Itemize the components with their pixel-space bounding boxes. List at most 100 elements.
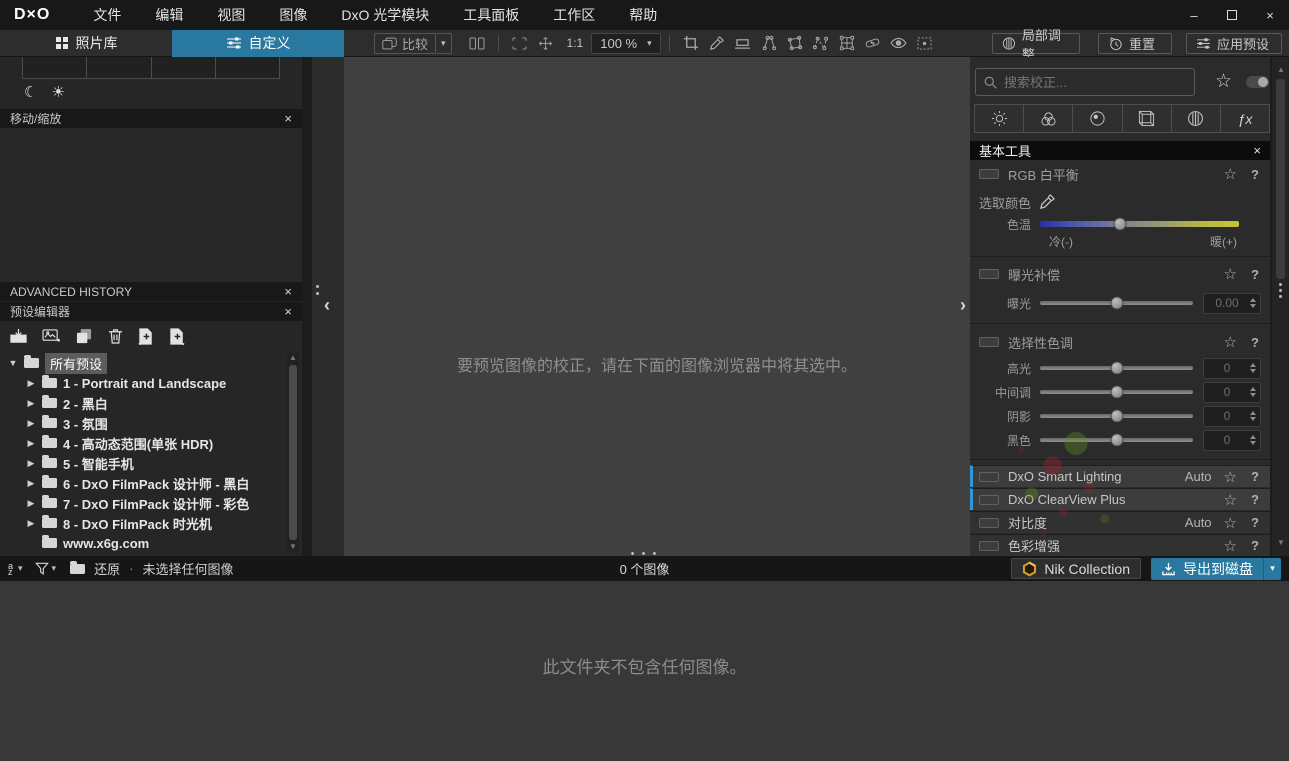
- enable-checkbox[interactable]: [979, 494, 999, 505]
- splitter-grip[interactable]: [1279, 283, 1282, 286]
- tree-expand-icon[interactable]: ▶: [26, 518, 36, 529]
- close-icon[interactable]: ×: [284, 112, 292, 125]
- left-panel-splitter[interactable]: ‹: [312, 57, 344, 556]
- help-icon[interactable]: ?: [1249, 492, 1261, 507]
- minimize-button[interactable]: –: [1175, 0, 1213, 30]
- midtones-value-box[interactable]: 0: [1203, 381, 1261, 403]
- menu-workspace[interactable]: 工作区: [536, 0, 612, 30]
- tree-expand-icon[interactable]: ▶: [26, 478, 36, 489]
- local-adjustments-button[interactable]: 局部调整: [992, 28, 1080, 62]
- category-local-adjust-button[interactable]: [1171, 104, 1221, 133]
- favorite-star-icon[interactable]: ☆: [1224, 165, 1237, 183]
- favorite-star-icon[interactable]: ☆: [1224, 491, 1237, 509]
- white-balance-eyedropper-icon[interactable]: [704, 33, 730, 54]
- help-icon[interactable]: ?: [1249, 335, 1261, 350]
- crop-tool-icon[interactable]: [678, 33, 704, 54]
- polyline-tool-icon[interactable]: [808, 33, 834, 54]
- enable-checkbox[interactable]: [979, 269, 999, 279]
- menu-view[interactable]: 视图: [200, 0, 262, 30]
- help-icon[interactable]: ?: [1249, 267, 1261, 282]
- red-eye-tool-icon[interactable]: [886, 33, 912, 54]
- tree-scrollbar[interactable]: ▲ ▼: [287, 353, 299, 552]
- menu-optics-modules[interactable]: DxO 光学模块: [324, 0, 446, 30]
- tab-customize[interactable]: 自定义: [172, 29, 344, 57]
- close-icon[interactable]: ×: [284, 305, 292, 318]
- import-preset-icon[interactable]: [10, 328, 27, 344]
- nik-collection-button[interactable]: Nik Collection: [1011, 558, 1141, 579]
- category-detail-button[interactable]: [1073, 104, 1123, 133]
- smart-lighting-section-header[interactable]: DxO Smart Lighting Auto ☆ ?: [970, 465, 1270, 487]
- tree-expand-icon[interactable]: ▼: [8, 358, 18, 368]
- blacks-value-box[interactable]: 0: [1203, 429, 1261, 451]
- menu-image[interactable]: 图像: [262, 0, 324, 30]
- force-parallel-tool-icon[interactable]: [756, 33, 782, 54]
- selection-tool-icon[interactable]: [912, 33, 938, 54]
- tree-expand-icon[interactable]: ▶: [26, 458, 36, 469]
- stepper-icon[interactable]: [1250, 411, 1256, 421]
- category-geometry-button[interactable]: [1122, 104, 1172, 133]
- scrollbar-thumb[interactable]: [289, 365, 297, 540]
- stepper-icon[interactable]: [1250, 298, 1256, 308]
- favorites-filter-star-icon[interactable]: ☆: [1215, 70, 1232, 93]
- fit-screen-icon[interactable]: [507, 33, 533, 54]
- tree-row[interactable]: ▶ 3 - 氛围: [0, 413, 286, 433]
- tree-expand-icon[interactable]: ▶: [26, 378, 36, 389]
- menu-tool-panels[interactable]: 工具面板: [446, 0, 536, 30]
- stepper-icon[interactable]: [1250, 363, 1256, 373]
- reset-button[interactable]: 重置: [1098, 33, 1172, 54]
- white-balance-section-header[interactable]: RGB 白平衡 ☆ ?: [970, 163, 1270, 185]
- tree-expand-icon[interactable]: ▶: [26, 418, 36, 429]
- tree-row[interactable]: ▶ 1 - Portrait and Landscape: [0, 373, 286, 393]
- perspective-tool-icon[interactable]: [834, 33, 860, 54]
- close-button[interactable]: ×: [1251, 0, 1289, 30]
- export-options-dropdown[interactable]: ▾: [1263, 557, 1281, 580]
- color-picker-eyedropper-icon[interactable]: [1039, 194, 1055, 210]
- scrollbar-thumb[interactable]: [1276, 79, 1285, 279]
- exposure-value-box[interactable]: 0.00: [1203, 292, 1261, 314]
- menu-file[interactable]: 文件: [76, 0, 138, 30]
- shadow-clipping-moon-icon[interactable]: ☾: [24, 83, 37, 101]
- temperature-slider-handle[interactable]: [1113, 217, 1127, 231]
- tree-row[interactable]: ▶ 8 - DxO FilmPack 时光机: [0, 513, 286, 533]
- tree-row[interactable]: ▶ 2 - 黑白: [0, 393, 286, 413]
- menu-edit[interactable]: 编辑: [138, 0, 200, 30]
- highlights-value-box[interactable]: 0: [1203, 357, 1261, 379]
- zoom-level-dropdown[interactable]: 100 % ▾: [591, 32, 661, 54]
- enable-checkbox[interactable]: [979, 471, 999, 482]
- shadows-value-box[interactable]: 0: [1203, 405, 1261, 427]
- export-to-disk-button[interactable]: 导出到磁盘 ▾: [1151, 557, 1281, 580]
- shadows-slider-handle[interactable]: [1110, 409, 1123, 423]
- enable-checkbox[interactable]: [979, 517, 999, 528]
- scroll-up-icon[interactable]: ▲: [1277, 65, 1285, 75]
- contrast-section-header[interactable]: 对比度 Auto ☆ ?: [970, 511, 1270, 533]
- tree-row[interactable]: ▶ 7 - DxO FilmPack 设计师 - 彩色: [0, 493, 286, 513]
- active-corrections-toggle[interactable]: [1246, 76, 1269, 88]
- midtones-slider-handle[interactable]: [1110, 385, 1123, 399]
- favorite-star-icon[interactable]: ☆: [1224, 265, 1237, 283]
- duplicate-preset-icon[interactable]: [76, 328, 93, 345]
- tree-expand-icon[interactable]: ▶: [26, 398, 36, 409]
- export-preset-icon[interactable]: [169, 327, 185, 345]
- right-panel-scrollbar[interactable]: ▲ ▼: [1272, 57, 1289, 556]
- tab-photo-library[interactable]: 照片库: [0, 30, 172, 57]
- rectangle-tool-icon[interactable]: [782, 33, 808, 54]
- split-view-icon[interactable]: [464, 33, 490, 54]
- delete-preset-icon[interactable]: [108, 328, 123, 344]
- new-preset-from-image-icon[interactable]: [42, 328, 61, 344]
- splitter-grip[interactable]: [316, 285, 319, 288]
- zoom-1to1-button[interactable]: 1:1: [567, 36, 584, 50]
- favorite-star-icon[interactable]: ☆: [1224, 514, 1237, 532]
- exposure-section-header[interactable]: 曝光补偿 ☆ ?: [970, 263, 1270, 285]
- collapse-right-panel-icon[interactable]: ›: [960, 296, 966, 314]
- tree-row[interactable]: ▶ 4 - 高动态范围(单张 HDR): [0, 433, 286, 453]
- enable-checkbox[interactable]: [979, 337, 999, 347]
- blacks-slider-track[interactable]: [1040, 433, 1193, 447]
- exposure-slider-track[interactable]: [1040, 296, 1193, 310]
- menu-help[interactable]: 帮助: [612, 0, 674, 30]
- create-preset-icon[interactable]: [138, 327, 154, 345]
- apply-preset-button[interactable]: 应用预设: [1186, 33, 1282, 54]
- tree-expand-icon[interactable]: ▶: [26, 438, 36, 449]
- blacks-slider-handle[interactable]: [1110, 433, 1123, 447]
- category-light-button[interactable]: [974, 104, 1025, 133]
- close-icon[interactable]: ×: [284, 285, 292, 298]
